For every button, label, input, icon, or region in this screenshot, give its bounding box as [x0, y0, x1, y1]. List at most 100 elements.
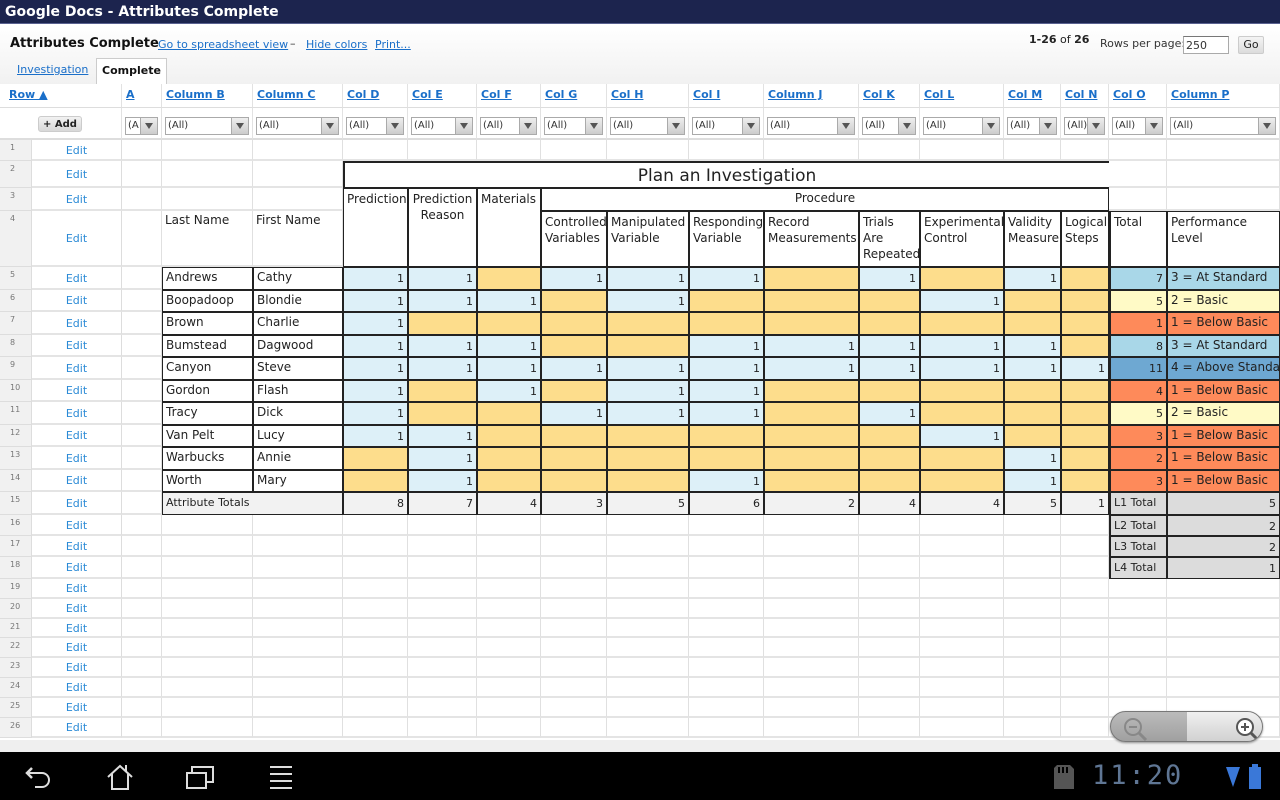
grid-cell[interactable] — [764, 658, 859, 678]
grid-cell[interactable] — [1004, 579, 1061, 599]
performance-level[interactable]: 3 = At Standard — [1167, 267, 1280, 290]
grid-cell[interactable] — [764, 678, 859, 698]
grid-cell[interactable] — [1167, 658, 1280, 678]
edit-row-link[interactable]: Edit — [32, 267, 122, 290]
chevron-down-icon[interactable] — [140, 118, 157, 134]
score-cell[interactable]: 1 — [607, 380, 689, 402]
score-cell[interactable] — [607, 447, 689, 470]
student-last-name[interactable]: Andrews — [162, 267, 253, 290]
score-cell[interactable] — [541, 312, 607, 335]
grid-cell[interactable] — [122, 380, 162, 402]
grid-cell[interactable] — [607, 678, 689, 698]
header-prediction-reason[interactable]: Prediction Reason — [408, 188, 477, 267]
edit-row-link[interactable]: Edit — [32, 380, 122, 402]
score-cell[interactable]: 1 — [343, 290, 408, 312]
grid-cell[interactable] — [1004, 678, 1061, 698]
score-cell[interactable] — [920, 312, 1004, 335]
column-header-g[interactable]: Col G — [541, 84, 607, 108]
grid-cell[interactable] — [162, 536, 253, 557]
column-header-label[interactable]: Col I — [693, 88, 720, 101]
grid-cell[interactable] — [859, 140, 920, 161]
grid-cell[interactable] — [122, 357, 162, 380]
student-total[interactable]: 7 — [1109, 267, 1167, 290]
column-header-l[interactable]: Col L — [920, 84, 1004, 108]
grid-cell[interactable] — [764, 698, 859, 718]
grid-cell[interactable] — [408, 536, 477, 557]
grid-cell[interactable] — [607, 658, 689, 678]
score-cell[interactable]: 1 — [607, 267, 689, 290]
grid-cell[interactable] — [920, 718, 1004, 738]
score-cell[interactable]: 1 — [920, 335, 1004, 357]
grid-cell[interactable] — [162, 579, 253, 599]
score-cell[interactable]: 1 — [689, 357, 764, 380]
edit-row-link[interactable]: Edit — [32, 718, 122, 738]
score-cell[interactable] — [859, 470, 920, 492]
chevron-down-icon[interactable] — [1145, 118, 1162, 134]
grid-cell[interactable] — [1004, 140, 1061, 161]
grid-cell[interactable] — [764, 718, 859, 738]
grid-cell[interactable] — [477, 140, 541, 161]
grid-cell[interactable] — [859, 557, 920, 579]
grid-cell[interactable] — [408, 658, 477, 678]
grid-cell[interactable] — [122, 290, 162, 312]
grid-cell[interactable] — [1061, 698, 1109, 718]
student-last-name[interactable]: Worth — [162, 470, 253, 492]
header-materials[interactable]: Materials — [477, 188, 541, 267]
edit-row-link[interactable]: Edit — [32, 470, 122, 492]
edit-row-link[interactable]: Edit — [32, 357, 122, 380]
grid-cell[interactable] — [408, 678, 477, 698]
grid-cell[interactable] — [408, 579, 477, 599]
grid-cell[interactable] — [253, 140, 343, 161]
score-cell[interactable]: 1 — [859, 267, 920, 290]
grid-cell[interactable] — [253, 515, 343, 536]
student-first-name[interactable]: Cathy — [253, 267, 343, 290]
score-cell[interactable]: 1 — [1004, 447, 1061, 470]
grid-cell[interactable] — [343, 515, 408, 536]
grid-cell[interactable] — [859, 599, 920, 619]
score-cell[interactable]: 1 — [1061, 357, 1109, 380]
grid-cell[interactable] — [477, 515, 541, 536]
print-link[interactable]: Print... — [375, 38, 411, 51]
level-total-value[interactable]: 1 — [1167, 557, 1280, 579]
column-header-label[interactable]: Column J — [768, 88, 822, 101]
grid-cell[interactable] — [689, 619, 764, 638]
grid-cell[interactable] — [408, 718, 477, 738]
hide-colors-link[interactable]: Hide colors — [306, 38, 367, 51]
chevron-down-icon[interactable] — [982, 118, 999, 134]
score-cell[interactable]: 1 — [859, 402, 920, 425]
grid-cell[interactable] — [408, 599, 477, 619]
score-cell[interactable] — [689, 447, 764, 470]
score-cell[interactable] — [477, 267, 541, 290]
score-cell[interactable] — [477, 425, 541, 447]
level-total-value[interactable]: 2 — [1167, 536, 1280, 557]
edit-row-link[interactable]: Edit — [32, 447, 122, 470]
student-total[interactable]: 5 — [1109, 290, 1167, 312]
grid-cell[interactable] — [477, 638, 541, 658]
grid-cell[interactable] — [343, 536, 408, 557]
grid-cell[interactable] — [477, 678, 541, 698]
student-last-name[interactable]: Boopadoop — [162, 290, 253, 312]
grid-cell[interactable] — [477, 619, 541, 638]
grid-cell[interactable] — [920, 599, 1004, 619]
score-cell[interactable]: 1 — [541, 267, 607, 290]
grid-cell[interactable] — [689, 638, 764, 658]
grid-cell[interactable] — [689, 678, 764, 698]
grid-cell[interactable] — [253, 638, 343, 658]
grid-cell[interactable] — [859, 678, 920, 698]
grid-cell[interactable] — [122, 515, 162, 536]
score-cell[interactable] — [1004, 312, 1061, 335]
grid-cell[interactable] — [162, 557, 253, 579]
student-last-name[interactable]: Bumstead — [162, 335, 253, 357]
grid-cell[interactable] — [253, 161, 343, 188]
grid-cell[interactable] — [408, 698, 477, 718]
grid-cell[interactable] — [607, 536, 689, 557]
grid-cell[interactable] — [920, 515, 1004, 536]
grid-cell[interactable] — [122, 638, 162, 658]
chevron-down-icon[interactable] — [231, 118, 248, 134]
edit-row-link[interactable]: Edit — [32, 161, 122, 188]
header-record[interactable]: Record Measurements — [764, 211, 859, 267]
grid-cell[interactable] — [689, 536, 764, 557]
attribute-total-value[interactable]: 2 — [764, 492, 859, 515]
grid-cell[interactable] — [859, 658, 920, 678]
grid-cell[interactable] — [607, 638, 689, 658]
